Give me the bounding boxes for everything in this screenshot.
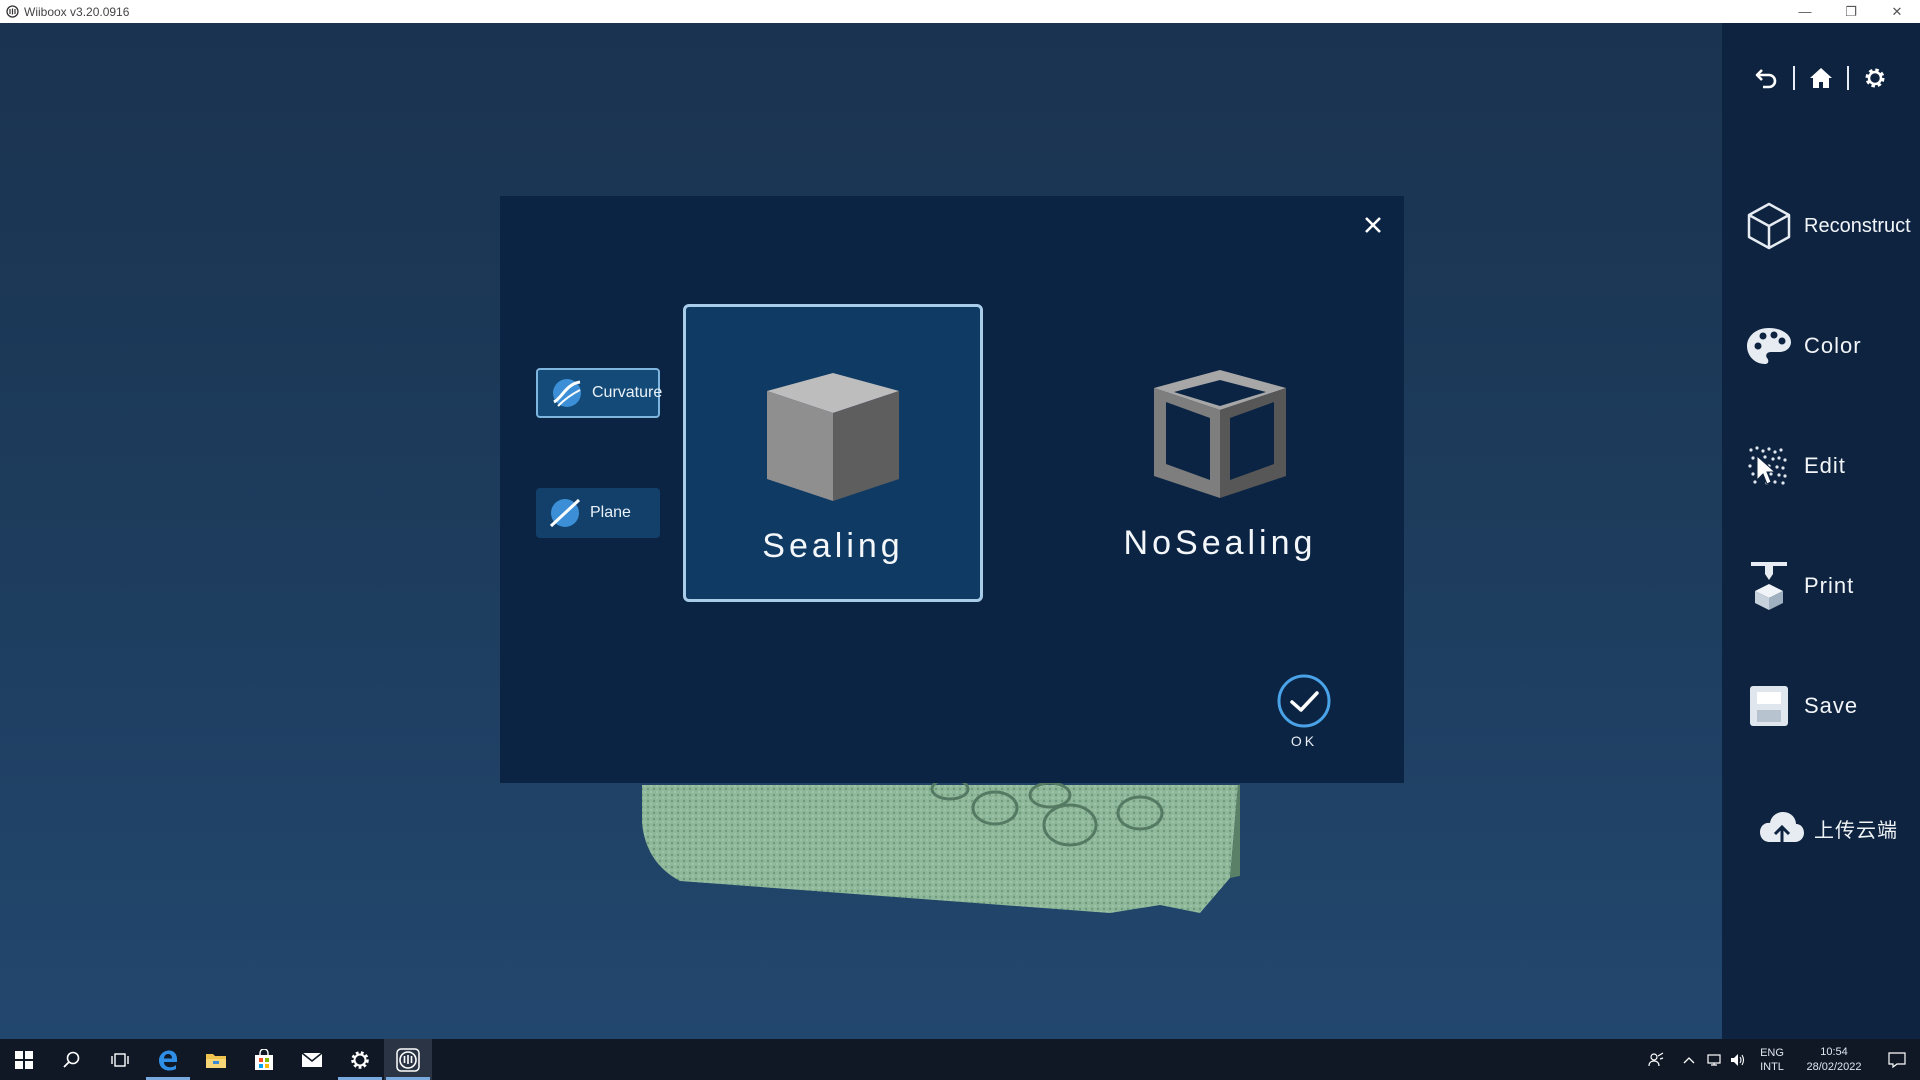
language-indicator[interactable]: ENG INTL [1750,1046,1794,1074]
dots-cursor-icon [1742,439,1796,493]
close-icon [1365,217,1381,233]
color-button[interactable]: Color [1722,316,1920,376]
home-icon[interactable] [1795,58,1847,98]
nosealing-option[interactable]: NoSealing [1070,304,1370,602]
restore-button[interactable]: ❐ [1828,0,1874,23]
wireframe-cube-icon [1145,364,1295,504]
store-icon[interactable] [240,1039,288,1080]
solid-cube-icon [758,367,908,507]
plane-button[interactable]: Plane [536,488,660,538]
curvature-icon [550,376,584,410]
taskbar: ENG INTL 10:54 28/02/2022 [0,1039,1920,1080]
gear-icon[interactable] [1849,58,1901,98]
window-title: Wiiboox v3.20.0916 [24,4,130,19]
ok-button[interactable]: OK [1276,673,1332,749]
edge-icon[interactable] [144,1039,192,1080]
close-window-button[interactable]: ✕ [1874,0,1920,23]
cloud-upload-icon [1758,801,1806,855]
save-disk-icon [1742,679,1796,733]
printer-nozzle-icon [1742,559,1796,613]
settings-icon[interactable] [336,1039,384,1080]
curvature-button[interactable]: Curvature [536,368,662,418]
sealing-dialog: Curvature Plane Sealing NoSealing OK [500,196,1404,783]
undo-icon[interactable] [1741,58,1793,98]
print-button[interactable]: Print [1722,556,1920,616]
wiiboox-icon[interactable] [384,1039,432,1080]
cloud-upload-button[interactable]: 上传云端 [1722,798,1920,858]
people-icon[interactable] [1636,1051,1676,1068]
task-view-icon[interactable] [96,1039,144,1080]
palette-icon [1742,319,1796,373]
close-dialog-button[interactable] [1358,210,1388,240]
minimize-button[interactable]: — [1782,0,1828,23]
scanned-model [642,777,1240,913]
search-icon[interactable] [48,1039,96,1080]
volume-icon[interactable] [1726,1053,1750,1067]
clock[interactable]: 10:54 28/02/2022 [1794,1045,1874,1075]
mail-icon[interactable] [288,1039,336,1080]
edit-button[interactable]: Edit [1722,436,1920,496]
file-explorer-icon[interactable] [192,1039,240,1080]
save-button[interactable]: Save [1722,676,1920,736]
sealing-option[interactable]: Sealing [683,304,983,602]
notification-icon[interactable] [1874,1051,1920,1068]
title-bar: Wiiboox v3.20.0916 — ❐ ✕ [0,0,1920,23]
windows-start-icon[interactable] [0,1039,48,1080]
plane-icon [548,496,582,530]
chevron-up-icon[interactable] [1676,1056,1702,1064]
right-tool-panel: Reconstruct Color Edit Print Save 上传云端 [1722,23,1920,1039]
wiiboox-logo-icon [4,4,20,20]
cube-outline-icon [1742,199,1796,253]
reconstruct-button[interactable]: Reconstruct [1722,196,1920,256]
network-icon[interactable] [1702,1053,1726,1067]
checkmark-icon [1276,673,1332,729]
